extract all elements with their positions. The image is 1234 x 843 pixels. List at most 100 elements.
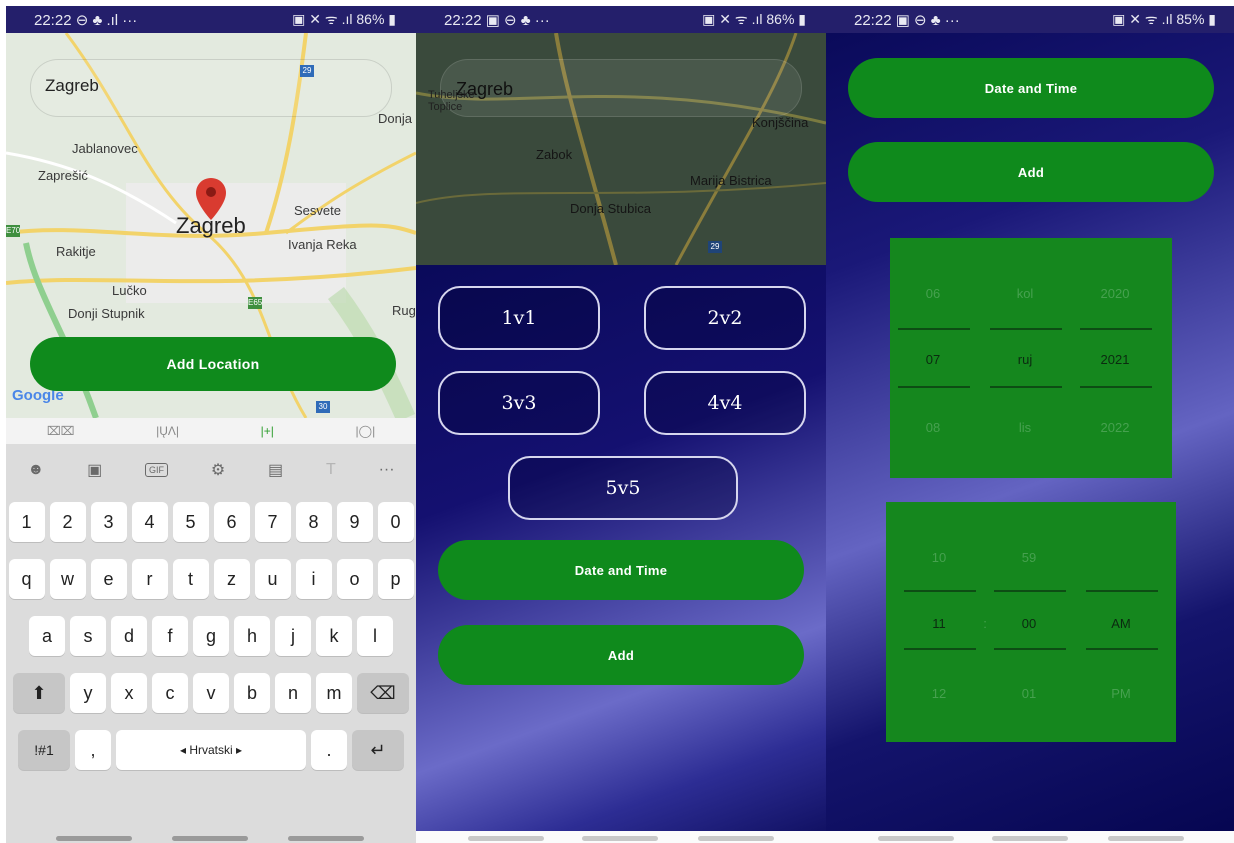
nav-bar-center[interactable] <box>992 836 1068 841</box>
key-o[interactable]: o <box>336 559 373 599</box>
nav-bar-left[interactable] <box>468 836 544 841</box>
key-0[interactable]: 0 <box>377 502 414 542</box>
mode-3v3-button[interactable]: 3v3 <box>438 371 600 435</box>
key-l[interactable]: l <box>357 616 393 656</box>
clipboard-icon[interactable]: ▤ <box>268 460 283 480</box>
nav-bar-right[interactable] <box>698 836 774 841</box>
key-6[interactable]: 6 <box>213 502 250 542</box>
period-key[interactable]: . <box>311 730 347 770</box>
add-location-button[interactable]: Add Location <box>30 337 396 391</box>
key-3[interactable]: 3 <box>90 502 127 542</box>
key-w[interactable]: w <box>49 559 86 599</box>
nav-bar-left[interactable] <box>56 836 132 841</box>
nav-bar-right[interactable] <box>288 836 364 841</box>
key-f[interactable]: f <box>152 616 188 656</box>
enter-key[interactable]: ↵ <box>352 730 404 770</box>
ampm-next[interactable]: PM <box>1086 686 1156 701</box>
symbols-key[interactable]: !#1 <box>18 730 70 770</box>
more-icon[interactable]: ··· <box>379 461 395 479</box>
key-a[interactable]: a <box>29 616 65 656</box>
key-1[interactable]: 1 <box>8 502 45 542</box>
year-next[interactable]: 2022 <box>1080 420 1150 435</box>
year-prev[interactable]: 2020 <box>1080 286 1150 301</box>
mode-5v5-button[interactable]: 5v5 <box>508 456 738 520</box>
gif-icon[interactable]: GIF <box>145 463 169 477</box>
map-view[interactable]: Zagreb Donja Jablanovec Zaprešić Zagreb … <box>6 33 416 418</box>
date-picker[interactable]: 06 kol 2020 07 ruj 2021 08 lis 2022 <box>890 238 1172 478</box>
date-and-time-button[interactable]: Date and Time <box>848 58 1214 118</box>
minute-next[interactable]: 01 <box>994 686 1064 701</box>
nav-bar-center[interactable] <box>172 836 248 841</box>
suggestion-4[interactable]: |◯| <box>356 424 376 438</box>
mode-4v4-button[interactable]: 4v4 <box>644 371 806 435</box>
hour-prev[interactable]: 10 <box>904 550 974 565</box>
road-shield-29: 29 <box>708 241 722 253</box>
key-r[interactable]: r <box>131 559 168 599</box>
nav-bar-center[interactable] <box>582 836 658 841</box>
mode-1v1-button[interactable]: 1v1 <box>438 286 600 350</box>
month-divider-bottom <box>990 386 1062 388</box>
map-view-dimmed[interactable]: Zagreb Tuheljske Toplice Konjščina Zabok… <box>416 33 826 265</box>
map-label-ivanja-reka: Ivanja Reka <box>288 237 357 252</box>
key-x[interactable]: x <box>111 673 147 713</box>
key-e[interactable]: e <box>90 559 127 599</box>
location-search-field[interactable]: Zagreb <box>30 59 392 117</box>
mode-2v2-button[interactable]: 2v2 <box>644 286 806 350</box>
key-8[interactable]: 8 <box>295 502 332 542</box>
day-selected[interactable]: 07 <box>898 352 968 367</box>
comma-key[interactable]: , <box>75 730 111 770</box>
add-button[interactable]: Add <box>438 625 804 685</box>
key-7[interactable]: 7 <box>254 502 291 542</box>
emoji-icon[interactable]: ☻ <box>27 461 44 479</box>
gear-icon[interactable]: ⚙ <box>211 460 225 480</box>
suggestion-3[interactable]: |+| <box>261 424 274 438</box>
key-2[interactable]: 2 <box>49 502 86 542</box>
map-label-jablanovec: Jablanovec <box>72 141 138 156</box>
key-5[interactable]: 5 <box>172 502 209 542</box>
day-next[interactable]: 08 <box>898 420 968 435</box>
nav-bar-left[interactable] <box>878 836 954 841</box>
nav-bar-right[interactable] <box>1108 836 1184 841</box>
year-selected[interactable]: 2021 <box>1080 352 1150 367</box>
key-z[interactable]: z <box>213 559 250 599</box>
key-n[interactable]: n <box>275 673 311 713</box>
suggestion-2[interactable]: |ŲΛ| <box>156 424 179 438</box>
key-9[interactable]: 9 <box>336 502 373 542</box>
key-d[interactable]: d <box>111 616 147 656</box>
add-button[interactable]: Add <box>848 142 1214 202</box>
key-p[interactable]: p <box>377 559 414 599</box>
key-h[interactable]: h <box>234 616 270 656</box>
key-k[interactable]: k <box>316 616 352 656</box>
month-selected[interactable]: ruj <box>990 352 1060 367</box>
key-4[interactable]: 4 <box>131 502 168 542</box>
sticker-icon[interactable]: ▣ <box>87 460 102 480</box>
key-m[interactable]: m <box>316 673 352 713</box>
status-bar: 22:22 ⊖ ♣ .ıl ··· ▣ ✕ ᯤ .ıl 86% ▮ <box>6 6 416 33</box>
key-v[interactable]: v <box>193 673 229 713</box>
ampm-selected[interactable]: AM <box>1086 616 1156 631</box>
suggestion-1[interactable]: ⌧⌧ <box>47 424 75 438</box>
key-g[interactable]: g <box>193 616 229 656</box>
minute-prev[interactable]: 59 <box>994 550 1064 565</box>
date-and-time-button[interactable]: Date and Time <box>438 540 804 600</box>
key-t[interactable]: t <box>172 559 209 599</box>
key-q[interactable]: q <box>8 559 45 599</box>
key-s[interactable]: s <box>70 616 106 656</box>
backspace-key[interactable]: ⌫ <box>357 673 409 713</box>
key-c[interactable]: c <box>152 673 188 713</box>
hour-next[interactable]: 12 <box>904 686 974 701</box>
minute-selected[interactable]: 00 <box>994 616 1064 631</box>
key-j[interactable]: j <box>275 616 311 656</box>
day-prev[interactable]: 06 <box>898 286 968 301</box>
map-pin-icon[interactable] <box>196 178 226 220</box>
key-u[interactable]: u <box>254 559 291 599</box>
space-key[interactable]: ◂ Hrvatski ▸ <box>116 730 306 770</box>
month-next[interactable]: lis <box>990 420 1060 435</box>
key-y[interactable]: y <box>70 673 106 713</box>
text-style-icon[interactable]: T <box>326 461 336 479</box>
shift-key[interactable]: ⬆ <box>13 673 65 713</box>
month-prev[interactable]: kol <box>990 286 1060 301</box>
key-i[interactable]: i <box>295 559 332 599</box>
key-b[interactable]: b <box>234 673 270 713</box>
time-picker[interactable]: 10 59 11 : 00 AM 12 01 PM <box>886 502 1176 742</box>
